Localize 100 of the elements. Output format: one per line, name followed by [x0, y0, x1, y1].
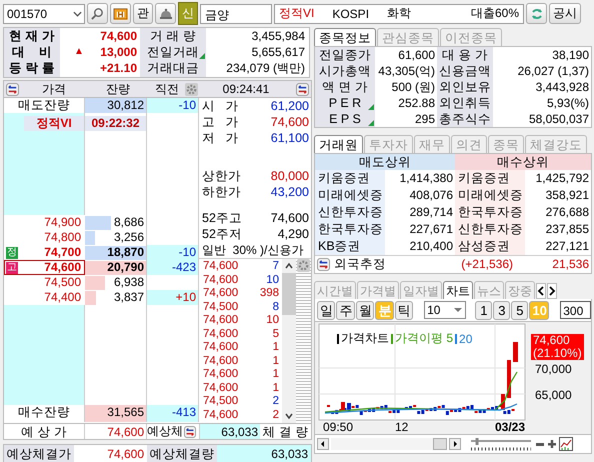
market-label: 고 가 — [202, 114, 238, 130]
broker-name: 한국투자증 — [315, 221, 385, 238]
change-cell: -413 — [147, 405, 199, 422]
interval-button[interactable]: 5 — [511, 300, 528, 320]
tick-price: 74,600 — [203, 368, 238, 382]
price-tag-text: (21.10%) — [533, 347, 582, 360]
tab[interactable]: 차트 — [443, 281, 473, 299]
tick-volume: 2 — [272, 408, 279, 422]
tick-volume: 1 — [272, 354, 279, 368]
volume-value: 8,686 — [114, 215, 144, 229]
folder-button[interactable] — [110, 3, 131, 24]
left-arrow-icon[interactable] — [536, 283, 546, 299]
tick-volume: 1 — [272, 341, 279, 354]
column-header: 잔량 — [105, 80, 131, 98]
tab[interactable]: 종목정보 — [314, 28, 376, 46]
scroll-right-icon[interactable] — [449, 438, 461, 450]
scroll-left-icon[interactable] — [317, 438, 329, 450]
market-value: 61,100 — [270, 130, 309, 146]
note-marker-icon — [199, 53, 205, 59]
broker-volume: 1,414,380 — [398, 170, 454, 187]
x-axis-label: 03/23 — [495, 420, 526, 434]
interval-button[interactable]: 3 — [493, 300, 510, 320]
market-label: 하한가 — [202, 184, 241, 200]
market-value: 74,600 — [270, 114, 309, 130]
scroll-up-icon[interactable] — [284, 262, 294, 270]
foreign-label: 외국추정 — [334, 256, 386, 273]
volume-value: 18,870 — [107, 245, 144, 259]
change-cell: -10 — [147, 245, 199, 260]
price-cell[interactable]: 74,900 — [4, 215, 85, 230]
vi-time: 09:22:32 — [85, 116, 146, 131]
info-label: 신용금액 — [437, 63, 493, 79]
period-button[interactable]: 틱 — [394, 300, 414, 320]
price-tag-text: 74,600 — [533, 334, 571, 347]
column-header: 가격 — [41, 80, 67, 98]
legend-label: 가격차트 — [341, 330, 389, 347]
scroll-down-icon[interactable] — [284, 412, 294, 420]
volume-value: 20,790 — [107, 260, 144, 274]
gear-icon[interactable] — [185, 82, 198, 96]
tab[interactable]: 거래원 — [314, 135, 363, 153]
interval-button[interactable]: 1 — [475, 300, 492, 320]
dropdown-caret-icon[interactable] — [73, 10, 82, 16]
chart-icon[interactable] — [559, 437, 573, 451]
price-cell[interactable]: 정 74,700 — [4, 245, 85, 260]
info-value: 500 (원) — [390, 79, 436, 95]
footer-value: 74,600 — [106, 446, 145, 462]
expected-price: 74,600 — [85, 424, 147, 439]
broker-volume: 227,121 — [544, 238, 590, 255]
stock-code: 001570 — [7, 6, 48, 20]
price-value: 74,700 — [44, 245, 81, 260]
info-value: 43,305(억) — [377, 63, 436, 79]
period-button[interactable]: 월 — [356, 300, 374, 320]
info-label: 외인취득 — [437, 95, 493, 111]
swap-icon[interactable] — [6, 82, 19, 96]
broker-name: 신한투자증 — [455, 221, 525, 238]
stock-name-field[interactable]: 금양 — [200, 4, 272, 24]
tick-price: 74,500 — [203, 395, 238, 408]
stock-code-field[interactable]: 001570 — [3, 4, 85, 24]
sell-header: 매도상위 — [315, 154, 455, 170]
y-axis-label: 70,000 — [535, 362, 572, 376]
scrollbar[interactable] — [282, 259, 296, 423]
search-button[interactable] — [87, 3, 108, 24]
expected-volume: 63,033 — [200, 424, 260, 439]
slider-thumb[interactable] — [476, 438, 479, 445]
price-cell[interactable]: 74,500 — [4, 275, 85, 290]
period-button[interactable]: 일 — [317, 300, 336, 320]
info-value: 252.88 — [397, 95, 436, 111]
zoom-slider[interactable] — [469, 437, 533, 451]
change-cell: +10 — [147, 290, 199, 305]
tick-price: 74,600 — [203, 341, 238, 354]
tick-volume: 10 — [266, 274, 279, 287]
interval-select[interactable]: 10 — [424, 301, 466, 319]
watch-button[interactable]: 관 — [133, 3, 153, 24]
swap-icon[interactable] — [317, 258, 330, 271]
summary-value: 3,455,984 — [250, 28, 306, 44]
swap-icon[interactable] — [296, 82, 309, 96]
dropdown-caret-icon[interactable] — [453, 307, 464, 313]
broker-name: 신한투자증 — [315, 204, 385, 221]
disclosure-button[interactable]: 공시 — [549, 3, 581, 24]
count-field[interactable]: 300 — [560, 301, 591, 319]
price-cell[interactable]: 고 74,600 — [4, 260, 85, 275]
scroll-thumb[interactable] — [282, 273, 296, 315]
volume-value: 6,938 — [114, 275, 144, 289]
scroll-track[interactable] — [331, 438, 447, 450]
tick-price: 74,600 — [203, 354, 238, 368]
right-arrow-icon[interactable] — [547, 283, 557, 299]
credit-badge: 신 — [178, 2, 198, 25]
refresh-button[interactable] — [526, 3, 547, 24]
change-cell: -10 — [147, 98, 199, 113]
tick-price: 74,600 — [203, 314, 238, 328]
period-button[interactable]: 주 — [336, 300, 355, 320]
price-value: 74,800 — [44, 230, 81, 245]
zoom-in-icon[interactable] — [547, 439, 557, 449]
scroll-thumb[interactable] — [433, 438, 447, 450]
swap-icon[interactable] — [184, 426, 196, 438]
price-cell[interactable]: 74,800 — [4, 230, 85, 245]
info-value: 38,190 — [551, 47, 590, 63]
clock-time: 09:24:41 — [222, 82, 270, 96]
price-cell[interactable]: 74,400 — [4, 290, 85, 305]
bell-button[interactable] — [155, 3, 176, 24]
buy-header: 매수상위 — [455, 154, 591, 170]
